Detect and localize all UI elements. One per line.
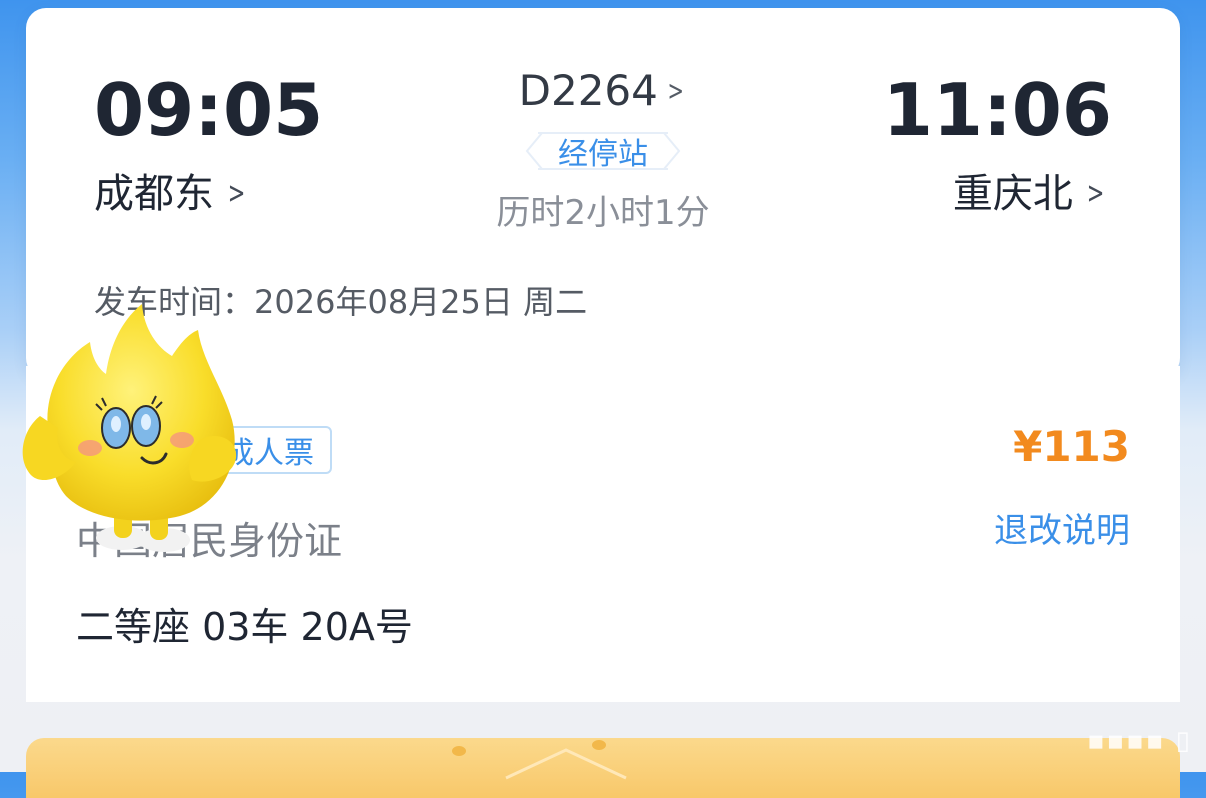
chevron-right-icon: >: [1086, 176, 1105, 211]
arrival-time: 11:06: [882, 68, 1112, 152]
refund-change-link[interactable]: 退改说明: [994, 514, 1130, 548]
promo-decoration: [452, 746, 466, 756]
train-number: D2264: [518, 66, 658, 115]
tag-left-arrow-icon: [525, 132, 543, 170]
stop-tag-label: 经停站: [558, 137, 648, 172]
promo-chevron-decoration: [505, 748, 627, 780]
watermark: ▪▪▪▪ ▯: [1086, 726, 1192, 756]
departure-date: 2026年08月25日 周二: [254, 283, 588, 321]
ticket-price: ¥113: [1013, 422, 1130, 471]
arrival-station: 重庆北: [952, 171, 1073, 217]
arrival-station-link[interactable]: 重庆北 >: [953, 174, 1108, 214]
mascot-sticker: [22, 304, 237, 552]
seat-info: 二等座 03车 20A号: [76, 605, 413, 649]
promo-banner[interactable]: [26, 738, 1180, 798]
tag-right-arrow-icon: [663, 132, 681, 170]
chevron-right-icon: >: [667, 74, 684, 107]
stop-stations-button[interactable]: 经停站: [525, 132, 681, 172]
